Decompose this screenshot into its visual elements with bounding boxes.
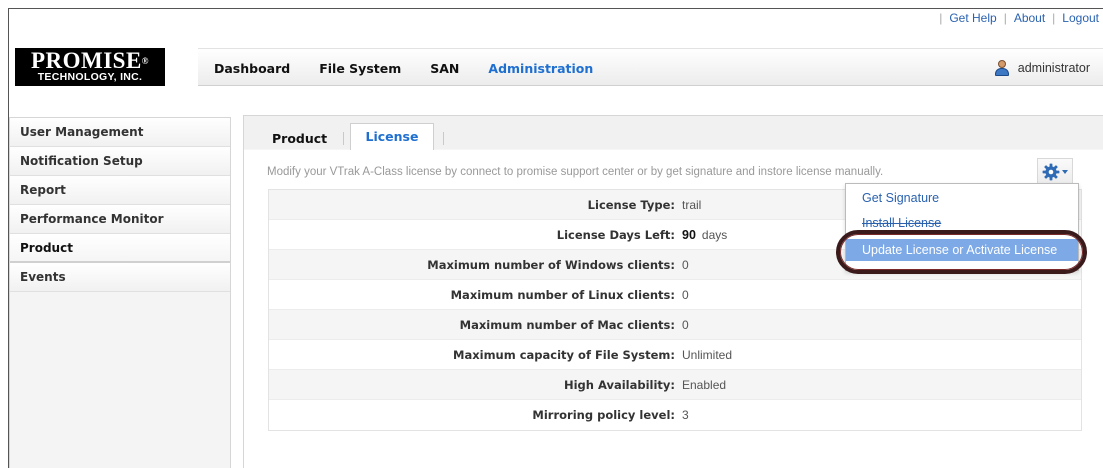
license-description: Modify your VTrak A-Class license by con…: [267, 166, 884, 178]
info-value: 0: [682, 287, 689, 302]
promise-logo: PROMISE® TECHNOLOGY, INC.: [15, 48, 165, 86]
nav-dashboard[interactable]: Dashboard: [214, 61, 290, 76]
nav-file-system[interactable]: File System: [319, 61, 401, 76]
info-row-mirroring-policy-level: Mirroring policy level: 3: [269, 400, 1081, 430]
top-link-separator: |: [1052, 11, 1056, 25]
tab-product[interactable]: Product: [272, 131, 327, 146]
days-unit: days: [701, 227, 728, 242]
info-row-max-linux-clients: Maximum number of Linux clients: 0: [269, 280, 1081, 310]
info-label: High Availability:: [563, 377, 675, 392]
chevron-down-icon: [1062, 170, 1068, 174]
tab-license[interactable]: License: [350, 123, 434, 151]
sidebar-item-notification-setup[interactable]: Notification Setup: [10, 147, 230, 176]
content-panel: Product License Modify your VTrak A-Clas…: [243, 115, 1103, 468]
sidebar-item-user-management[interactable]: User Management: [10, 118, 230, 147]
info-label: Maximum number of Linux clients:: [450, 287, 675, 302]
info-value: 90 days: [680, 228, 727, 242]
info-label: Maximum capacity of File System:: [453, 347, 675, 362]
logo-wordmark: PROMISE®: [30, 48, 150, 73]
gear-icon: [1042, 163, 1060, 181]
info-label: Maximum number of Mac clients:: [459, 317, 675, 332]
tab-separator: [443, 132, 444, 145]
info-value: 3: [682, 408, 689, 422]
about-link[interactable]: About: [1014, 11, 1045, 25]
nav-san[interactable]: SAN: [430, 61, 459, 76]
sidebar-item-performance-monitor[interactable]: Performance Monitor: [10, 205, 230, 234]
info-row-max-fs-capacity: Maximum capacity of File System: Unlimit…: [269, 340, 1081, 370]
info-value: trail: [682, 197, 702, 212]
actions-dropdown-menu: Get Signature Install License Update Lic…: [845, 183, 1079, 271]
menu-item-get-signature[interactable]: Get Signature: [846, 187, 1078, 209]
user-menu[interactable]: administrator: [994, 49, 1090, 87]
info-label: Mirroring policy level:: [532, 408, 675, 422]
days-left-value: 90: [682, 227, 696, 242]
logo-subtitle: TECHNOLOGY, INC.: [37, 71, 143, 83]
sidebar-item-report[interactable]: Report: [10, 176, 230, 205]
info-row-high-availability: High Availability: Enabled: [269, 370, 1081, 400]
logout-link[interactable]: Logout: [1062, 11, 1099, 25]
info-row-max-mac-clients: Maximum number of Mac clients: 0: [269, 310, 1081, 340]
info-value: Unlimited: [682, 347, 733, 362]
info-label: License Days Left:: [556, 227, 675, 242]
info-value: 0: [682, 257, 689, 272]
menu-item-install-license[interactable]: Install License: [846, 212, 1078, 234]
app-window: | Get Help | About | Logout PROMISE® TEC…: [8, 8, 1103, 468]
sidebar-item-events[interactable]: Events: [10, 263, 230, 292]
info-value: 0: [682, 317, 689, 332]
main-nav: Dashboard File System SAN Administration…: [198, 48, 1103, 86]
actions-menu-button[interactable]: [1037, 158, 1073, 186]
top-link-separator: |: [1003, 11, 1007, 25]
sidebar-item-product[interactable]: Product: [10, 234, 230, 263]
info-label: License Type:: [587, 197, 675, 212]
username: administrator: [1017, 61, 1090, 75]
user-icon: [994, 60, 1010, 76]
nav-administration[interactable]: Administration: [488, 61, 593, 76]
sidebar: User Management Notification Setup Repor…: [9, 117, 231, 468]
info-label: Maximum number of Windows clients:: [427, 257, 675, 272]
top-link-separator: |: [939, 11, 943, 25]
menu-item-update-license[interactable]: Update License or Activate License: [846, 239, 1078, 261]
info-value: Enabled: [682, 377, 727, 392]
tab-bar: Product License: [244, 116, 1103, 151]
tab-separator: [343, 132, 344, 145]
top-links: | Get Help | About | Logout: [932, 11, 1099, 25]
header: PROMISE® TECHNOLOGY, INC. Dashboard File…: [9, 31, 1103, 95]
get-help-link[interactable]: Get Help: [949, 11, 996, 25]
